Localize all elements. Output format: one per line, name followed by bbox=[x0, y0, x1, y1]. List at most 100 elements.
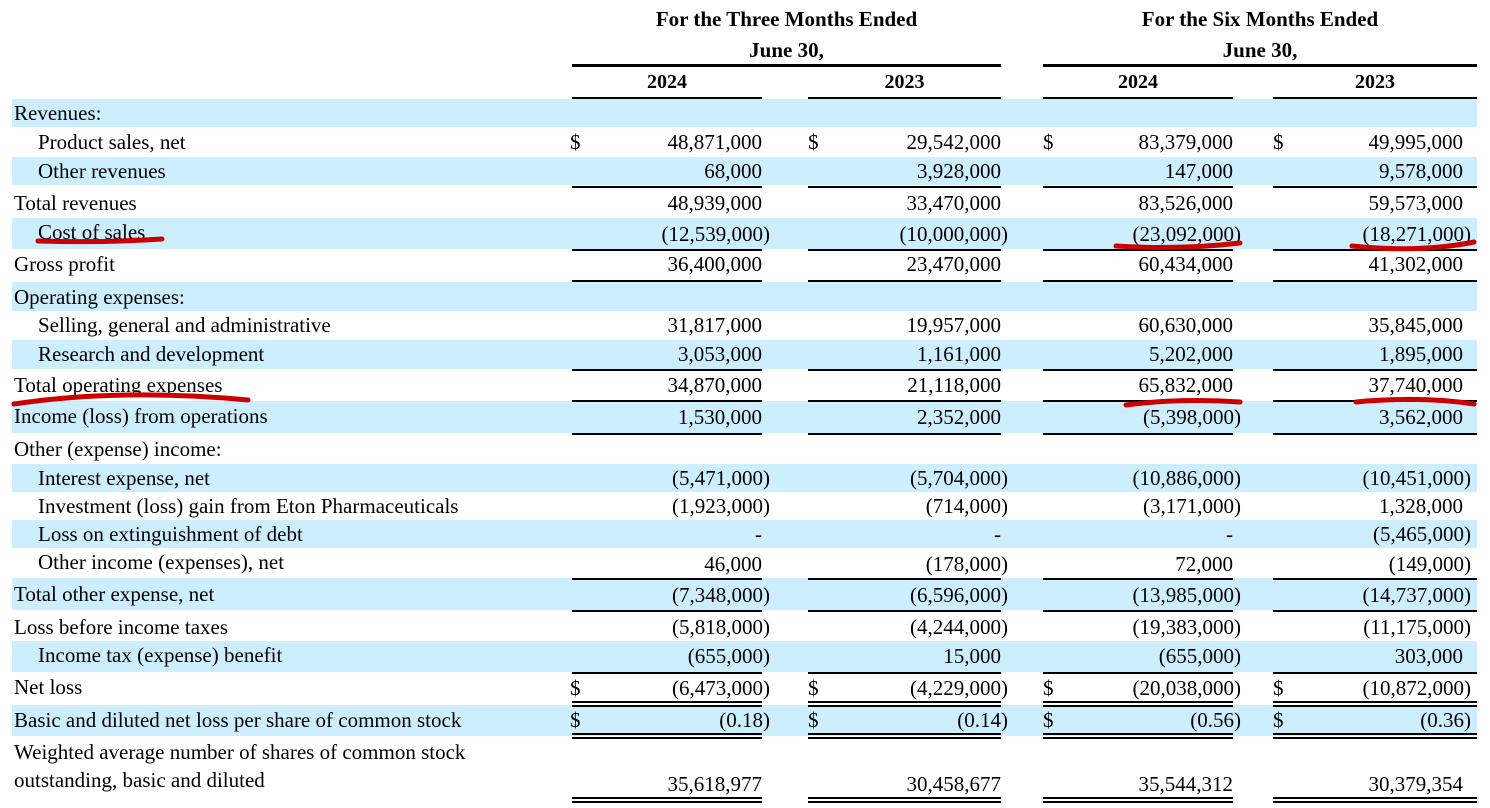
row-label: Cost of sales bbox=[38, 220, 146, 244]
cell-value: (23,092,000) bbox=[1132, 222, 1242, 246]
subtotal-rule bbox=[1273, 610, 1477, 612]
row-label: Loss on extinguishment of debt bbox=[38, 522, 303, 546]
row-label-continued: outstanding, basic and diluted bbox=[14, 768, 265, 792]
year-rule bbox=[1043, 97, 1233, 99]
cell-value: (10,872,000) bbox=[1362, 676, 1472, 700]
year-heading: 2024 bbox=[647, 71, 687, 93]
cell-value: 35,845,000 bbox=[1368, 313, 1464, 337]
row-label: Total operating expenses bbox=[14, 373, 223, 397]
double-rule-top bbox=[572, 701, 762, 703]
cell-value: 34,870,000 bbox=[667, 373, 763, 397]
cell-value: 60,434,000 bbox=[1138, 252, 1234, 276]
year-heading: 2024 bbox=[1118, 71, 1158, 93]
cell-value: 83,526,000 bbox=[1138, 191, 1234, 215]
year-heading: 2023 bbox=[884, 71, 925, 93]
subtotal-rule bbox=[1043, 400, 1233, 402]
double-rule-bottom bbox=[1043, 737, 1233, 739]
subtotal-rule bbox=[1273, 672, 1477, 674]
subtotal-rule bbox=[1043, 249, 1233, 251]
header-line: For the Three Months Ended bbox=[655, 7, 918, 31]
subtotal-rule bbox=[808, 433, 1001, 435]
cell-value: (5,465,000) bbox=[1373, 522, 1471, 546]
subtotal-rule bbox=[1043, 433, 1233, 435]
row-label: Other income (expenses), net bbox=[38, 550, 285, 574]
cell-value: 65,832,000 bbox=[1138, 373, 1234, 397]
subtotal-rule bbox=[1273, 186, 1477, 188]
double-rule-top bbox=[808, 701, 1001, 703]
cell-value: 15,000 bbox=[943, 644, 1001, 668]
double-rule-bottom bbox=[808, 801, 1001, 803]
cell-value: 3,562,000 bbox=[1379, 405, 1463, 429]
row-label: Other revenues bbox=[38, 159, 166, 183]
double-rule-bottom bbox=[572, 737, 762, 739]
three-months-header: For the Three Months Ended June 30, bbox=[572, 4, 1001, 66]
cell-value: 49,995,000 bbox=[1368, 130, 1464, 154]
subtotal-rule bbox=[572, 369, 762, 371]
double-rule-top bbox=[1273, 701, 1477, 703]
subtotal-rule bbox=[1043, 186, 1233, 188]
cell-value: 9,578,000 bbox=[1379, 159, 1463, 183]
double-rule-top bbox=[1043, 797, 1233, 799]
double-rule-bottom bbox=[1273, 705, 1477, 707]
cell-value: 21,118,000 bbox=[907, 373, 1001, 397]
subtotal-rule bbox=[808, 400, 1001, 402]
double-rule-bottom bbox=[1043, 801, 1233, 803]
cell-value: (0.14) bbox=[957, 708, 1008, 732]
double-rule-top bbox=[808, 733, 1001, 735]
double-rule-bottom bbox=[1273, 801, 1477, 803]
cell-value: - bbox=[1226, 522, 1233, 546]
cell-value: (4,244,000) bbox=[910, 615, 1008, 639]
cell-value: (149,000) bbox=[1388, 552, 1471, 576]
header-line: For the Six Months Ended bbox=[1141, 7, 1379, 31]
cell-value: (0.18) bbox=[719, 708, 770, 732]
cell-value: (714,000) bbox=[925, 494, 1008, 518]
cell-value: (0.56) bbox=[1190, 708, 1241, 732]
cell-value: (14,737,000) bbox=[1362, 583, 1472, 607]
subtotal-rule bbox=[1043, 369, 1233, 371]
double-rule-bottom bbox=[1273, 737, 1477, 739]
subtotal-rule bbox=[572, 433, 762, 435]
subtotal-rule bbox=[1273, 578, 1477, 580]
cell-value: (12,539,000) bbox=[661, 222, 771, 246]
subtotal-rule bbox=[1273, 400, 1477, 402]
row-label: Income tax (expense) benefit bbox=[38, 643, 283, 667]
cell-value: 303,000 bbox=[1394, 644, 1463, 668]
subtotal-rule bbox=[572, 249, 762, 251]
subtotal-rule bbox=[572, 578, 762, 580]
row-label: Revenues: bbox=[14, 101, 102, 125]
row-label: Loss before income taxes bbox=[14, 615, 229, 639]
cell-value: 48,871,000 bbox=[667, 130, 763, 154]
row-label: Selling, general and administrative bbox=[38, 313, 331, 337]
cell-value: 60,630,000 bbox=[1138, 313, 1234, 337]
subtotal-rule bbox=[572, 610, 762, 612]
cell-value: 3,928,000 bbox=[917, 159, 1001, 183]
subtotal-rule bbox=[1043, 578, 1233, 580]
cell-value: 30,458,677 bbox=[906, 772, 1002, 796]
cell-value: 1,328,000 bbox=[1379, 494, 1463, 518]
cell-value: (5,704,000) bbox=[910, 466, 1008, 490]
cell-value: (5,818,000) bbox=[672, 615, 770, 639]
row-label: Gross profit bbox=[14, 252, 115, 276]
cell-value: 48,939,000 bbox=[667, 191, 763, 215]
subtotal-rule bbox=[572, 400, 762, 402]
cell-value: - bbox=[994, 522, 1001, 546]
cell-value: 29,542,000 bbox=[906, 130, 1002, 154]
subtotal-rule bbox=[808, 672, 1001, 674]
row-label: Interest expense, net bbox=[38, 466, 211, 490]
cell-value: (18,271,000) bbox=[1362, 222, 1472, 246]
double-rule-top bbox=[1273, 733, 1477, 735]
cell-value: 59,573,000 bbox=[1368, 191, 1464, 215]
cell-value: 33,470,000 bbox=[906, 191, 1002, 215]
cell-value: (19,383,000) bbox=[1132, 615, 1242, 639]
cell-value: (6,596,000) bbox=[910, 583, 1008, 607]
header-line: June 30, bbox=[1222, 38, 1298, 62]
cell-value: (5,398,000) bbox=[1143, 405, 1241, 429]
subtotal-rule bbox=[808, 578, 1001, 580]
cell-value: 30,379,354 bbox=[1368, 772, 1464, 796]
cell-value: (178,000) bbox=[925, 552, 1008, 576]
cell-value: 68,000 bbox=[704, 159, 762, 183]
subtotal-rule bbox=[808, 280, 1001, 282]
double-rule-top bbox=[808, 797, 1001, 799]
cell-value: 23,470,000 bbox=[906, 252, 1002, 276]
subtotal-rule bbox=[808, 369, 1001, 371]
